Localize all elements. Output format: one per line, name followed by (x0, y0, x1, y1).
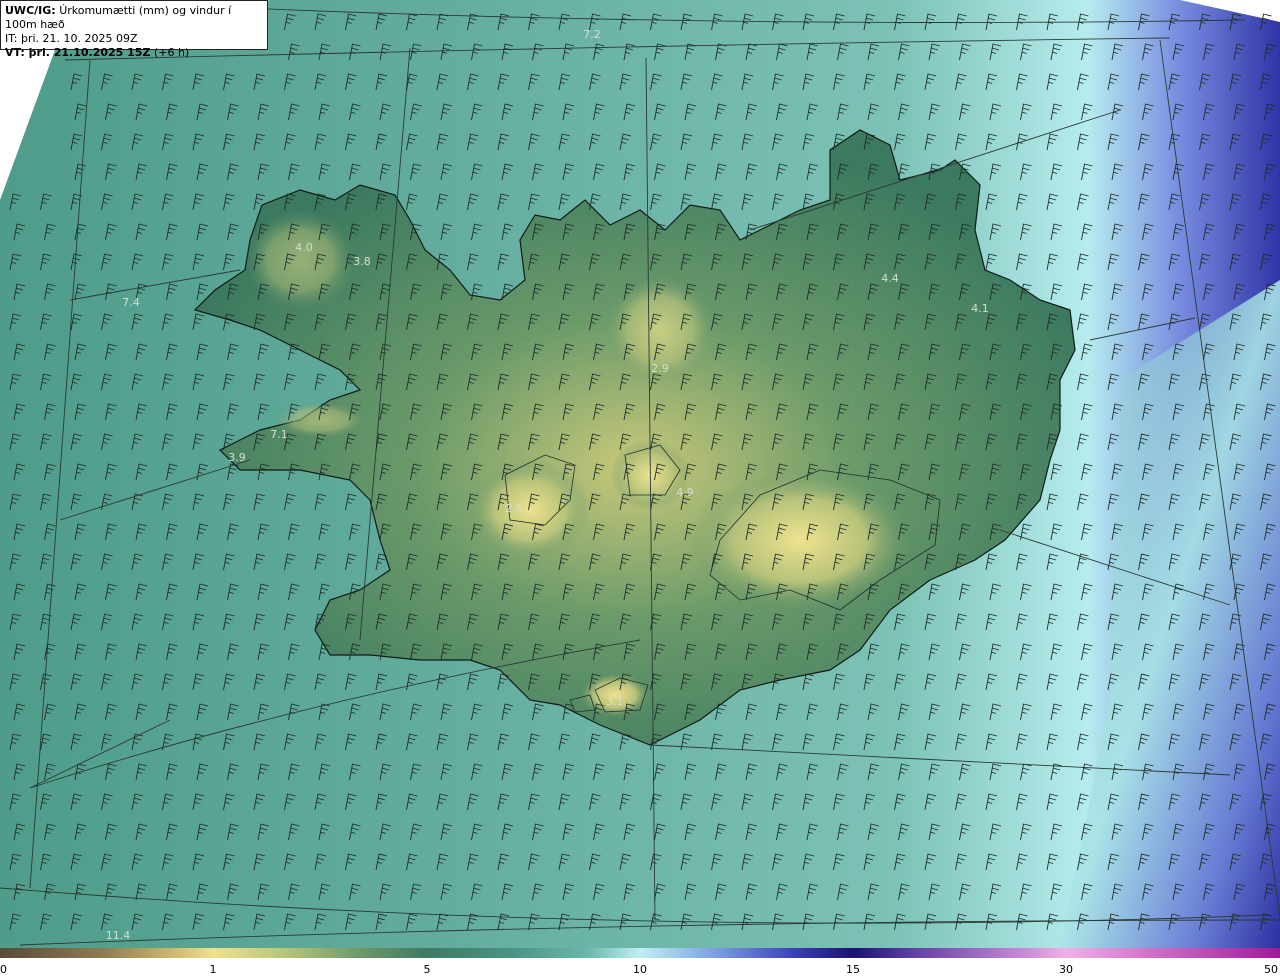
precip-value-label: 3.9 (228, 451, 246, 464)
initial-time: IT: þri. 21. 10. 2025 09Z (5, 32, 138, 45)
colorbar-ticks: 0 1 5 10 15 30 50 (0, 948, 1280, 978)
colorbar-tick-label: 10 (633, 963, 647, 976)
colorbar-tick-label: 15 (846, 963, 860, 976)
precip-value-label: 11.4 (106, 929, 131, 942)
precip-value-label: 4.9 (676, 486, 694, 499)
precip-value-label: 7.4 (122, 296, 140, 309)
colorbar-tick-label: 30 (1059, 963, 1073, 976)
colorbar-tick-label: 5 (423, 963, 431, 976)
precip-value-label: 4.1 (971, 302, 989, 315)
precip-value-label: 2.9 (651, 362, 669, 375)
colorbar-tick-label: 50 (1264, 963, 1278, 976)
colorbar-tick-label: 0 (0, 963, 7, 976)
precip-value-label: 4.4 (881, 272, 899, 285)
highland-patch-langjokull (470, 460, 590, 560)
precip-value-label: 3.1 (606, 695, 624, 708)
precip-value-label: 4.0 (295, 241, 313, 254)
header-info-box: UWC/IG: Úrkomumætti (mm) og vindur í 100… (0, 0, 268, 59)
valid-time: VT: þri. 21.10.2025 15Z (5, 46, 151, 59)
precip-value-label: 2.5 (505, 502, 523, 515)
map-panel: 7.2 4.0 3.8 7.4 4.4 4.1 2.9 7.1 3.9 4.9 2.5 3.1 11.4… (0, 0, 1280, 948)
forecast-offset: (+6 h) (153, 46, 190, 59)
colorbar-tick-label: 1 (209, 963, 217, 976)
map-canvas: 7.2 4.0 3.8 7.4 4.4 4.1 2.9 7.1 3.9 4.9 2.5 3.1 11.4 (0, 0, 1280, 948)
model-name: UWC/IG: (5, 4, 56, 17)
title-line: UWC/IG: Úrkomumætti (mm) og vindur í 100… (5, 4, 263, 32)
highland-patch-vatnajokull (690, 470, 910, 610)
precip-value-label: 7.1 (270, 428, 288, 441)
valid-time-line: VT: þri. 21.10.2025 15Z (+6 h) (5, 46, 263, 60)
precip-value-label: 3.8 (353, 255, 371, 268)
colorbar: 0 1 5 10 15 30 50 (0, 948, 1280, 978)
precip-value-label: 7.2 (583, 28, 601, 41)
